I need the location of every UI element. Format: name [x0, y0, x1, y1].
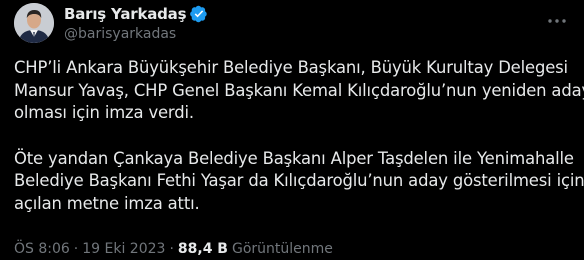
author-handle[interactable]: @barisyarkadas	[64, 26, 208, 42]
tweet-text-line: olması için imza verdi.	[14, 103, 194, 122]
tweet-text-line: Mansur Yavaş, CHP Genel Başkanı Kemal Kı…	[14, 80, 584, 100]
user-avatar-icon[interactable]	[14, 3, 54, 43]
tweet-text-line: CHP’li Ankara Büyükşehir Belediye Başkan…	[14, 58, 568, 77]
views-count[interactable]: 88,4 B	[178, 241, 228, 257]
meta-separator: ·	[73, 241, 79, 257]
author-display-name[interactable]: Barış Yarkadaş	[64, 5, 187, 23]
tweet-meta: ÖS 8:06 · 19 Eki 2023 · 88,4 B Görüntüle…	[14, 241, 333, 257]
meta-separator: ·	[169, 241, 174, 257]
tweet-time[interactable]: ÖS 8:06	[14, 241, 70, 257]
tweet-text: CHP’li Ankara Büyükşehir Belediye Başkan…	[14, 57, 584, 215]
more-options-icon[interactable]	[546, 12, 568, 30]
verified-badge-icon[interactable]	[190, 5, 208, 23]
tweet-text-line: açılan metne imza attı.	[14, 193, 200, 213]
tweet-text-line: Öte yandan Çankaya Belediye Başkanı Alpe…	[14, 148, 574, 168]
author-names: Barış Yarkadaş @barisyarkadas	[64, 4, 208, 42]
tweet-date[interactable]: 19 Eki 2023	[82, 241, 165, 257]
tweet-card: Barış Yarkadaş @barisyarkadas CHP’li Ank…	[0, 0, 584, 260]
views-label: Görüntülenme	[231, 241, 333, 257]
tweet-text-line: Belediye Başkanı Fethi Yaşar da Kılıçdar…	[14, 171, 584, 190]
author-name-row: Barış Yarkadaş	[64, 4, 208, 23]
tweet-header: Barış Yarkadaş @barisyarkadas	[14, 2, 208, 44]
